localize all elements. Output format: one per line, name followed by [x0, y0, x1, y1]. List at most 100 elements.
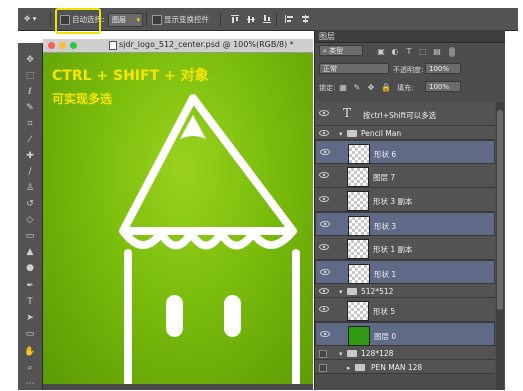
divider	[146, 12, 147, 26]
close-window-icon[interactable]	[48, 42, 55, 49]
auto-select-target-dropdown[interactable]: 图层 ▾	[108, 13, 143, 27]
group-name: 128*128	[361, 349, 394, 358]
visibility-eye-icon[interactable]	[320, 221, 330, 227]
blend-mode-value: 正常	[323, 65, 337, 73]
text-layer-icon: T	[343, 106, 352, 120]
visibility-toggle-off[interactable]	[319, 350, 327, 358]
lock-all-icon[interactable]: 🔒	[381, 84, 391, 92]
pen-tool-icon[interactable]: ✒	[22, 279, 38, 293]
hand-tool-icon[interactable]: ✋	[22, 345, 38, 359]
layer-row[interactable]: 形状 5	[315, 298, 495, 322]
path-select-tool-icon[interactable]: ➤	[22, 311, 38, 325]
expand-arrow-icon[interactable]: ▾	[339, 288, 343, 296]
align-vcenter-icon[interactable]	[246, 14, 256, 24]
layer-name: 形状 1 副本	[373, 245, 413, 254]
pencil-man-artwork[interactable]	[43, 53, 313, 386]
zoom-tool-icon[interactable]: ⌕	[22, 361, 38, 375]
layer-thumbnail	[348, 216, 370, 236]
divider	[50, 12, 51, 26]
adjustment-filter-icon[interactable]: ◐	[391, 48, 399, 56]
layer-filter-row: ⌕ 类型 ▣ ◐ T ⬚ ▤	[315, 44, 505, 58]
pixel-filter-icon[interactable]: ▣	[377, 48, 385, 56]
visibility-eye-icon[interactable]	[319, 288, 329, 294]
layer-row[interactable]: 形状 3 副本	[315, 188, 495, 212]
visibility-eye-icon[interactable]	[319, 196, 329, 202]
move-tool-icon[interactable]: ✥ ▾	[24, 14, 36, 23]
align-top-icon[interactable]	[230, 14, 240, 24]
layer-name: 形状 5	[373, 307, 396, 316]
shape-filter-icon[interactable]: ⬚	[419, 48, 427, 56]
opacity-field[interactable]: 100%	[425, 63, 461, 74]
move-tool-icon[interactable]: ✥	[22, 53, 38, 67]
minimize-window-icon[interactable]	[59, 42, 66, 49]
filter-kind-value: 类型	[329, 47, 344, 55]
visibility-eye-icon[interactable]	[320, 269, 330, 275]
layer-row[interactable]: 形状 1 副本	[315, 236, 495, 260]
filter-kind-dropdown[interactable]: ⌕ 类型	[319, 45, 363, 56]
align-left-icon[interactable]	[284, 14, 294, 24]
blur-tool-icon[interactable]: ▲	[22, 245, 38, 259]
lock-transparency-icon[interactable]: ▦	[339, 84, 347, 92]
crop-tool-icon[interactable]: ⌗	[22, 117, 38, 131]
shape-tool-icon[interactable]: ▭	[22, 327, 38, 341]
layer-name: 形状 3	[374, 222, 397, 231]
history-brush-tool-icon[interactable]: ↺	[22, 197, 38, 211]
layer-row[interactable]: 形状 3	[315, 212, 495, 236]
visibility-eye-icon[interactable]	[320, 331, 330, 337]
eyedropper-tool-icon[interactable]: ⁄	[22, 133, 38, 147]
dodge-tool-icon[interactable]: ●	[22, 261, 38, 275]
show-transform-checkbox[interactable]	[152, 15, 162, 25]
layers-list: T 按ctrl+Shift可以多选 ▾ Pencil Man 形状 6 图层 7…	[315, 102, 495, 390]
gradient-tool-icon[interactable]: ▭	[22, 229, 38, 243]
layer-row[interactable]: T 按ctrl+Shift可以多选	[315, 102, 495, 126]
more-tools-icon[interactable]: ⋯	[22, 377, 38, 391]
layer-row[interactable]: 图层 0	[315, 322, 495, 346]
folder-icon	[347, 130, 357, 137]
layer-group-row[interactable]: ▾ 128*128	[315, 346, 495, 360]
layer-group-row[interactable]: ▾ 512*512	[315, 284, 495, 298]
zoom-window-icon[interactable]	[70, 42, 77, 49]
layer-row[interactable]: 形状 6	[315, 140, 495, 164]
expand-arrow-icon[interactable]: ▾	[339, 350, 343, 358]
document-title-bar[interactable]: sjdr_logo_512_center.psd @ 100%(RGB/8) *	[43, 39, 313, 53]
quick-select-tool-icon[interactable]: ✎	[22, 101, 38, 115]
expand-arrow-icon[interactable]: ▸	[347, 364, 351, 372]
type-filter-icon[interactable]: T	[405, 48, 413, 56]
stamp-tool-icon[interactable]: ♙	[22, 181, 38, 195]
eraser-tool-icon[interactable]: ◇	[22, 213, 38, 227]
marquee-tool-icon[interactable]: ⬚	[22, 69, 38, 83]
layer-group-row[interactable]: ▾ Pencil Man	[315, 126, 495, 140]
filter-toggle-icon[interactable]	[449, 47, 455, 57]
group-name: 512*512	[361, 287, 394, 296]
visibility-eye-icon[interactable]	[319, 244, 329, 250]
folder-icon	[347, 350, 357, 357]
blend-row: 正常 不透明度: 100%	[315, 62, 505, 76]
layer-row[interactable]: 形状 1	[315, 260, 495, 284]
visibility-eye-icon[interactable]	[320, 149, 330, 155]
visibility-eye-icon[interactable]	[319, 110, 329, 116]
type-tool-icon[interactable]: T	[22, 295, 38, 309]
blend-mode-dropdown[interactable]: 正常	[319, 63, 389, 74]
brush-tool-icon[interactable]: /	[22, 165, 38, 179]
align-bottom-icon[interactable]	[262, 14, 272, 24]
expand-arrow-icon[interactable]: ▾	[339, 130, 343, 138]
visibility-eye-icon[interactable]	[319, 306, 329, 312]
layer-group-row[interactable]: ▸ PEN MAN 128	[315, 360, 495, 374]
visibility-toggle-off[interactable]	[319, 364, 327, 372]
smart-object-filter-icon[interactable]: ▤	[433, 48, 441, 56]
layers-scrollbar-thumb[interactable]	[497, 110, 503, 310]
layer-thumbnail	[347, 239, 369, 259]
divider	[276, 12, 277, 26]
fill-field[interactable]: 100%	[425, 81, 461, 92]
visibility-eye-icon[interactable]	[319, 130, 329, 136]
lock-row: 锁定: ▦ ✎ ✥ 🔒 填充: 100%	[315, 80, 505, 94]
lasso-tool-icon[interactable]: ℓ	[22, 85, 38, 99]
align-hcenter-icon[interactable]	[300, 14, 310, 24]
tab-layers[interactable]: 图层	[319, 31, 335, 42]
document-canvas[interactable]: CTRL + SHIFT + 对象 可实现多选	[43, 53, 313, 386]
healing-brush-tool-icon[interactable]: ✚	[22, 149, 38, 163]
lock-pixels-icon[interactable]: ✎	[353, 84, 361, 92]
layer-row[interactable]: 图层 7	[315, 164, 495, 188]
visibility-eye-icon[interactable]	[319, 172, 329, 178]
lock-position-icon[interactable]: ✥	[367, 84, 375, 92]
